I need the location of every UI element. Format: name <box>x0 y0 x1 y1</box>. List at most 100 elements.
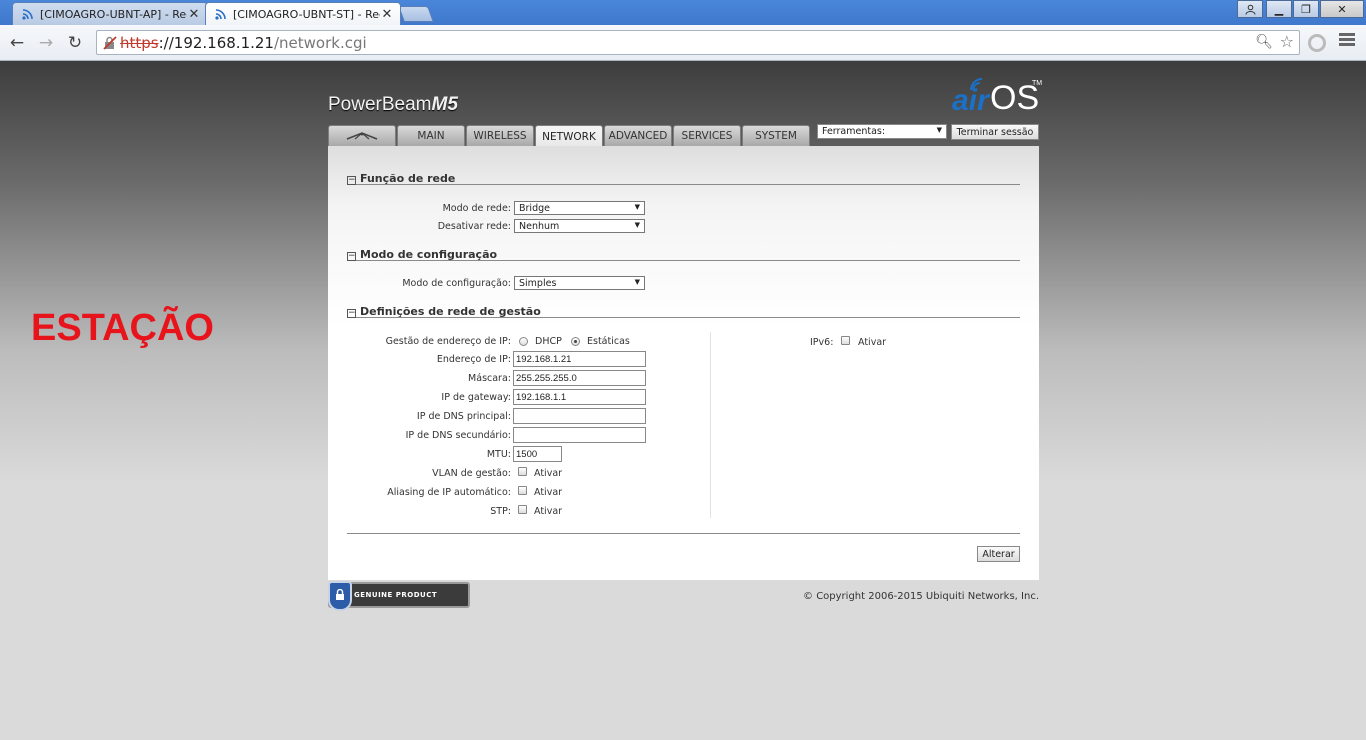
ip-management-label: Gestão de endereço de IP: <box>385 336 511 347</box>
browser-tab-st[interactable]: [CIMOAGRO-UBNT-ST] - Rec ✕ <box>205 2 401 25</box>
section-config-mode[interactable]: − Modo de configuração <box>347 248 1020 261</box>
wireless-icon <box>215 9 226 20</box>
network-mode-label: Modo de rede: <box>442 203 511 214</box>
enable-label: Ativar <box>858 337 887 348</box>
insecure-lock-icon <box>103 35 117 50</box>
chevron-down-icon: ▼ <box>634 278 640 286</box>
back-arrow-icon[interactable]: ← <box>6 32 28 54</box>
airos-air-text: air <box>952 84 989 117</box>
shield-icon <box>328 581 352 611</box>
enable-label: Ativar <box>534 468 563 479</box>
gateway-label: IP de gateway: <box>441 392 511 403</box>
ip-address-label: Endereço de IP: <box>436 354 511 365</box>
tools-select-value: Ferramentas: <box>822 126 886 137</box>
apply-button[interactable]: Alterar <box>977 546 1020 562</box>
tab-services[interactable]: SERVICES <box>673 125 741 146</box>
tab-system[interactable]: SYSTEM <box>742 125 810 146</box>
chevron-down-icon: ▼ <box>634 203 640 211</box>
network-mode-select[interactable]: Bridge ▼ <box>514 201 645 215</box>
stp-checkbox[interactable] <box>518 505 527 514</box>
forward-arrow-icon[interactable]: → <box>35 32 57 54</box>
config-mode-value: Simples <box>519 277 557 289</box>
url-scheme: https <box>120 33 159 52</box>
browser-tab-title: [CIMOAGRO-UBNT-AP] - Rec <box>40 7 187 21</box>
logout-button[interactable]: Terminar sessão <box>951 124 1039 140</box>
disable-network-select[interactable]: Nenhum ▼ <box>514 219 645 233</box>
network-settings-panel: − Função de rede Modo de rede: Bridge ▼ D… <box>328 146 1039 580</box>
brand-model: M5 <box>431 94 458 115</box>
dhcp-radio[interactable] <box>519 337 528 346</box>
window-close-button[interactable]: ✕ <box>1320 0 1364 18</box>
tab-network[interactable]: NETWORK <box>535 125 603 147</box>
mtu-label: MTU: <box>486 449 511 460</box>
extension-icon[interactable] <box>1308 34 1326 52</box>
airos-logo: air OS TM <box>950 78 1043 118</box>
gateway-input[interactable]: 192.168.1.1 <box>513 389 646 405</box>
collapse-icon[interactable]: − <box>347 176 356 185</box>
page-content: ESTAÇÃO PowerBeamM5 air OS TM MAIN WIREL… <box>0 61 1366 740</box>
netmask-input[interactable]: 255.255.255.0 <box>513 370 646 386</box>
section-title: Modo de configuração <box>360 248 498 261</box>
tab-main[interactable]: MAIN <box>397 125 465 146</box>
section-title: Definições de rede de gestão <box>360 305 541 318</box>
bookmark-star-icon[interactable]: ☆ <box>1280 32 1294 51</box>
mtu-input[interactable]: 1500 <box>513 446 562 462</box>
config-mode-select[interactable]: Simples ▼ <box>514 276 645 290</box>
primary-dns-input[interactable] <box>513 408 646 424</box>
tab-ubiquiti-logo[interactable] <box>328 125 396 146</box>
section-network-role[interactable]: − Função de rede <box>347 172 1020 185</box>
static-radio[interactable] <box>571 337 580 346</box>
primary-dns-label: IP de DNS principal: <box>416 411 511 422</box>
brand-prefix: PowerBeam <box>328 94 432 115</box>
reload-icon[interactable]: ↻ <box>64 32 86 54</box>
config-mode-label: Modo de configuração: <box>402 278 511 289</box>
station-label: ESTAÇÃO <box>31 307 214 349</box>
ipv6-label: IPv6: <box>810 337 834 348</box>
dhcp-label: DHCP <box>535 336 562 347</box>
wireless-icon <box>22 9 33 20</box>
static-label: Estáticas <box>587 336 630 347</box>
collapse-icon[interactable]: − <box>347 309 356 318</box>
network-mode-value: Bridge <box>519 202 550 214</box>
section-management-network[interactable]: − Definições de rede de gestão <box>347 305 1020 318</box>
new-tab-button[interactable] <box>398 6 434 22</box>
browser-tab-ap[interactable]: [CIMOAGRO-UBNT-AP] - Rec ✕ <box>12 2 208 25</box>
disable-network-label: Desativar rede: <box>437 221 511 232</box>
stp-label: STP: <box>490 506 511 517</box>
management-vlan-label: VLAN de gestão: <box>432 468 511 479</box>
user-icon[interactable] <box>1237 0 1263 18</box>
ip-address-input[interactable]: 192.168.1.21 <box>513 351 646 367</box>
restore-button[interactable]: ❐ <box>1293 0 1319 18</box>
section-title: Função de rede <box>360 172 456 185</box>
close-icon[interactable]: ✕ <box>380 7 394 22</box>
column-divider <box>710 332 711 518</box>
menu-icon[interactable] <box>1339 33 1355 48</box>
url-host: ://192.168.1.21 <box>158 33 274 52</box>
browser-tab-bar: [CIMOAGRO-UBNT-AP] - Rec ✕ [CIMOAGRO-UBN… <box>0 0 1366 25</box>
lock-icon <box>336 589 344 600</box>
disable-network-value: Nenhum <box>519 220 560 232</box>
device-brand: PowerBeamM5 <box>328 94 458 116</box>
browser-tab-title: [CIMOAGRO-UBNT-ST] - Rec <box>233 7 380 21</box>
tools-select[interactable]: Ferramentas: ▼ <box>817 124 947 139</box>
panel-divider <box>347 533 1020 534</box>
tab-advanced[interactable]: ADVANCED <box>604 125 672 146</box>
enable-label: Ativar <box>534 487 563 498</box>
auto-ip-aliasing-checkbox[interactable] <box>518 486 527 495</box>
copyright-text: © Copyright 2006-2015 Ubiquiti Networks,… <box>803 591 1039 602</box>
genuine-product-badge: GENUINE PRODUCT <box>328 581 470 611</box>
management-vlan-checkbox[interactable] <box>518 467 527 476</box>
secondary-dns-input[interactable] <box>513 427 646 443</box>
enable-label: Ativar <box>534 506 563 517</box>
address-bar[interactable]: https://192.168.1.21/network.cgi 🔍︎ ☆ <box>96 30 1300 55</box>
tab-wireless[interactable]: WIRELESS <box>466 125 534 146</box>
minimize-button[interactable]: ▁ <box>1266 0 1292 18</box>
browser-toolbar: ← → ↻ https://192.168.1.21/network.cgi 🔍… <box>0 25 1366 61</box>
close-icon[interactable]: ✕ <box>187 7 201 22</box>
search-icon[interactable]: 🔍︎ <box>1255 34 1273 50</box>
url-path: /network.cgi <box>273 33 367 52</box>
auto-ip-aliasing-label: Aliasing de IP automático: <box>387 487 511 498</box>
collapse-icon[interactable]: − <box>347 252 356 261</box>
airos-trademark: TM <box>1032 80 1043 87</box>
ipv6-checkbox[interactable] <box>841 336 850 345</box>
